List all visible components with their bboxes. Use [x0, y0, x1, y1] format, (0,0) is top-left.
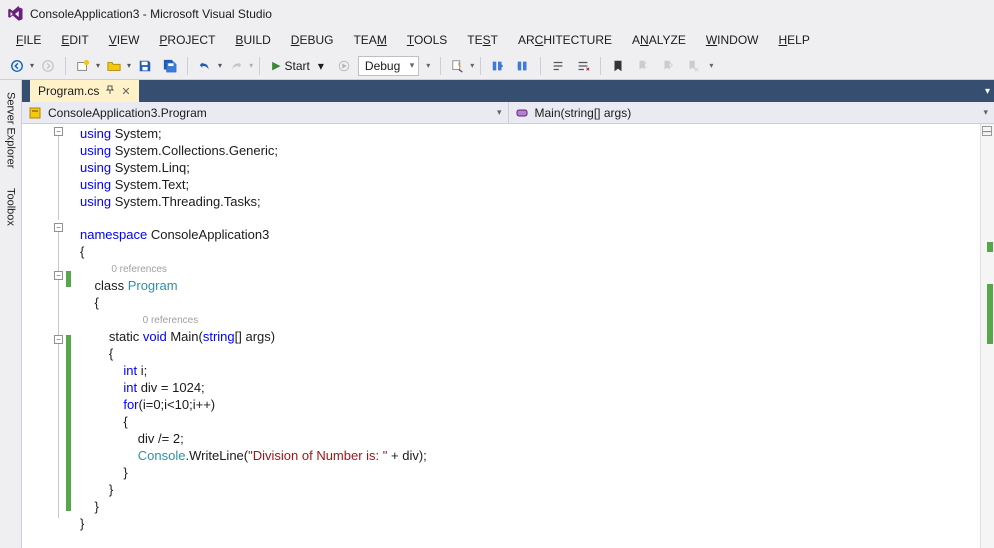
fold-toggle[interactable]: −: [54, 271, 63, 280]
menu-file[interactable]: FILE: [6, 31, 51, 49]
method-icon: [515, 106, 529, 120]
pin-icon[interactable]: [105, 84, 115, 98]
menu-view[interactable]: VIEW: [99, 31, 150, 49]
fold-toggle[interactable]: −: [54, 335, 63, 344]
vs-logo-icon: [6, 5, 24, 23]
tab-overflow-button[interactable]: ▾: [985, 80, 990, 102]
window-title: ConsoleApplication3 - Microsoft Visual S…: [30, 7, 272, 21]
file-tab-program[interactable]: Program.cs ✕: [30, 80, 139, 102]
fold-toggle[interactable]: −: [54, 127, 63, 136]
config-caret[interactable]: ▾: [422, 55, 434, 77]
open-file-button[interactable]: ▾: [103, 55, 131, 77]
start-options-button[interactable]: [333, 55, 355, 77]
comment-button[interactable]: [547, 55, 569, 77]
redo-button[interactable]: ▾: [225, 55, 253, 77]
split-icon[interactable]: —: [982, 126, 992, 136]
menu-window[interactable]: WINDOW: [696, 31, 769, 49]
editor-gutter: − − − −: [22, 124, 74, 548]
step-into-button[interactable]: [487, 55, 509, 77]
server-explorer-tab[interactable]: Server Explorer: [3, 86, 19, 174]
menu-tools[interactable]: TOOLS: [397, 31, 457, 49]
side-panel: Server Explorer Toolbox: [0, 80, 22, 548]
marker-bar: —: [980, 124, 994, 548]
save-button[interactable]: [134, 55, 156, 77]
clear-bookmarks-button[interactable]: [682, 55, 704, 77]
member-dropdown[interactable]: Main(string[] args): [509, 102, 994, 123]
step-over-button[interactable]: [512, 55, 534, 77]
document-tabstrip: Program.cs ✕ ▾: [22, 80, 994, 102]
code-editor[interactable]: − − − − using System; using System.Colle…: [22, 124, 994, 548]
configuration-select[interactable]: Debug: [358, 56, 419, 76]
member-label: Main(string[] args): [535, 106, 632, 120]
menu-edit[interactable]: EDIT: [51, 31, 98, 49]
menu-build[interactable]: BUILD: [225, 31, 280, 49]
menu-analyze[interactable]: ANALYZE: [622, 31, 696, 49]
find-in-files-button[interactable]: [447, 55, 469, 77]
scope-label: ConsoleApplication3.Program: [48, 106, 207, 120]
next-bookmark-button[interactable]: [657, 55, 679, 77]
code-text[interactable]: using System; using System.Collections.G…: [74, 124, 980, 548]
bookmark-button[interactable]: [607, 55, 629, 77]
menu-help[interactable]: HELP: [768, 31, 819, 49]
save-all-button[interactable]: [159, 55, 181, 77]
class-icon: [28, 106, 42, 120]
undo-button[interactable]: ▾: [194, 55, 222, 77]
nav-back-button[interactable]: ▾: [6, 55, 34, 77]
menu-debug[interactable]: DEBUG: [281, 31, 344, 49]
menu-team[interactable]: TEAM: [343, 31, 396, 49]
start-debug-button[interactable]: ▶Start▾: [266, 55, 330, 77]
menu-architecture[interactable]: ARCHITECTURE: [508, 31, 622, 49]
menu-bar: FILE EDIT VIEW PROJECT BUILD DEBUG TEAM …: [0, 28, 994, 52]
menu-test[interactable]: TEST: [457, 31, 508, 49]
file-tab-label: Program.cs: [38, 84, 99, 98]
title-bar: ConsoleApplication3 - Microsoft Visual S…: [0, 0, 994, 28]
navigation-bar: ConsoleApplication3.Program Main(string[…: [22, 102, 994, 124]
scope-dropdown[interactable]: ConsoleApplication3.Program: [22, 102, 509, 123]
fold-toggle[interactable]: −: [54, 223, 63, 232]
close-tab-icon[interactable]: ✕: [121, 85, 130, 98]
menu-project[interactable]: PROJECT: [149, 31, 225, 49]
toolbar: ▾ ▾ ▾ ▾ ▾ ▶Start▾ Debug ▾ ▾ ▾: [0, 52, 994, 80]
uncomment-button[interactable]: [572, 55, 594, 77]
new-project-button[interactable]: ▾: [72, 55, 100, 77]
prev-bookmark-button[interactable]: [632, 55, 654, 77]
nav-forward-button[interactable]: [37, 55, 59, 77]
toolbox-tab[interactable]: Toolbox: [3, 182, 19, 232]
